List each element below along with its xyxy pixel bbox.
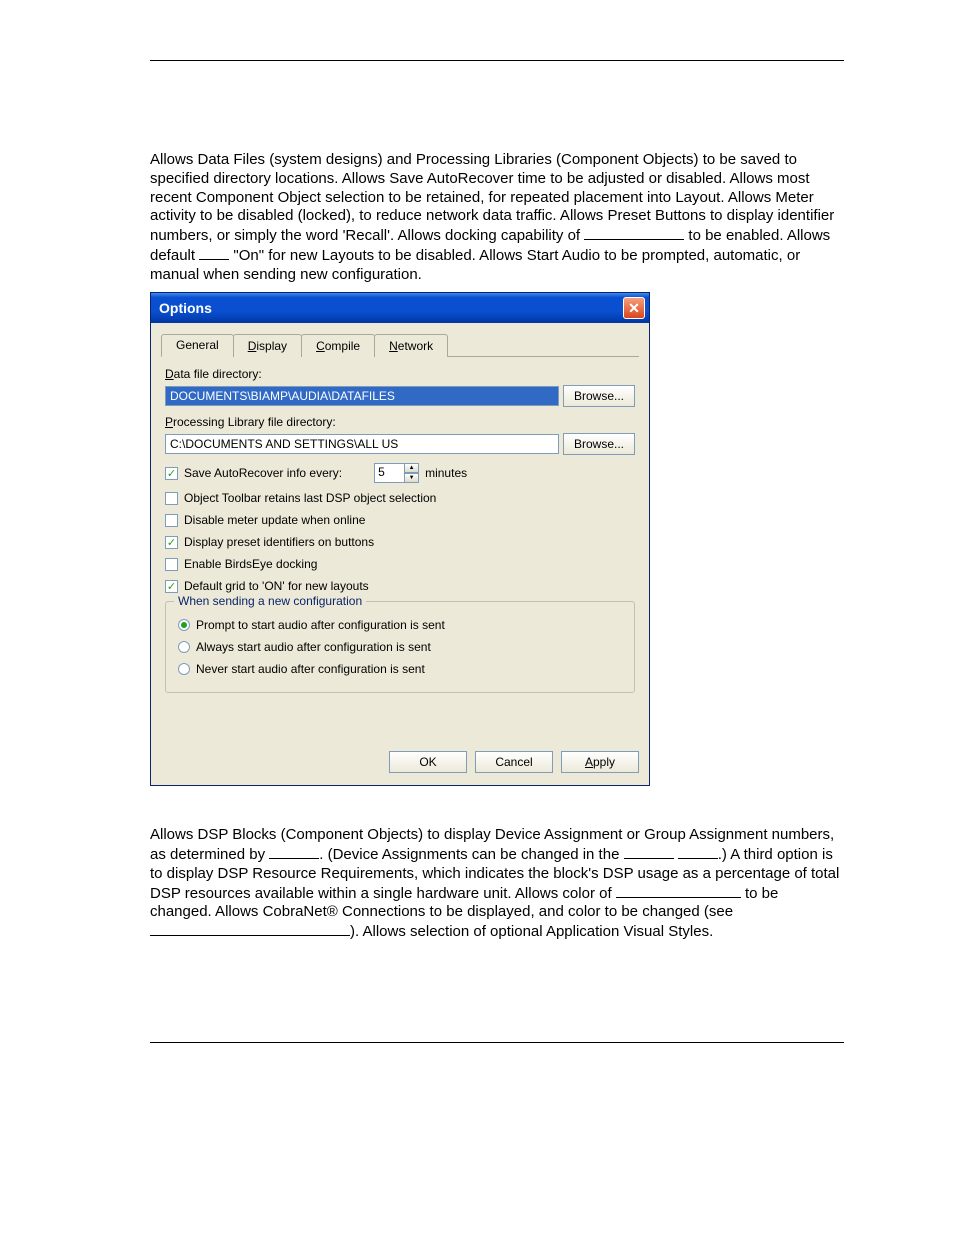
- data-dir-input[interactable]: DOCUMENTS\BIAMP\AUDIA\DATAFILES: [165, 386, 559, 406]
- page-top-rule: [150, 60, 844, 61]
- data-dir-ul: D: [165, 367, 174, 381]
- lib-dir-input[interactable]: C:\DOCUMENTS AND SETTINGS\ALL US: [165, 434, 559, 454]
- dialog-title: Options: [159, 300, 212, 316]
- cb-object-toolbar-label: Object Toolbar retains last DSP object s…: [184, 491, 436, 505]
- cb-autorecover[interactable]: ✓: [165, 467, 178, 480]
- spinner-up-icon[interactable]: ▲: [404, 463, 419, 473]
- blank-3: [269, 845, 319, 859]
- cb-preset-ident-label: Display preset identifiers on buttons: [184, 535, 374, 549]
- cb-disable-meter-label: Disable meter update when online: [184, 513, 365, 527]
- cb-birdseye[interactable]: [165, 558, 178, 571]
- intro-paragraph: Allows Data Files (system designs) and P…: [150, 151, 844, 284]
- cb-object-toolbar[interactable]: [165, 492, 178, 505]
- p2-t2: . (Device Assignments can be changed in …: [319, 846, 623, 863]
- blank-2: [199, 246, 229, 260]
- blank-5: [678, 845, 718, 859]
- p2-t5: ). Allows selection of optional Applicat…: [350, 923, 713, 940]
- p1-t3: "On" for new Layouts to be disabled. All…: [150, 247, 800, 283]
- blank-7: [150, 922, 350, 936]
- browse-lib-dir-button[interactable]: Browse...: [563, 433, 635, 455]
- tab-network-rest: etwork: [398, 339, 433, 353]
- options-dialog: Options ✕ General Display Compile Networ…: [150, 292, 650, 786]
- radio-prompt[interactable]: [178, 619, 190, 631]
- ok-button[interactable]: OK: [389, 751, 467, 773]
- tab-compile[interactable]: Compile: [301, 334, 375, 357]
- cb-birdseye-label: Enable BirdsEye docking: [184, 557, 317, 571]
- cb-default-grid[interactable]: ✓: [165, 580, 178, 593]
- lib-dir-rest: rocessing Library file directory:: [173, 415, 336, 429]
- cb-preset-ident[interactable]: ✓: [165, 536, 178, 549]
- data-dir-label: Data file directory:: [165, 367, 635, 381]
- config-send-group-title: When sending a new configuration: [174, 594, 366, 608]
- data-dir-rest: ata file directory:: [174, 367, 262, 381]
- tab-display[interactable]: Display: [233, 334, 302, 357]
- blank-4: [624, 845, 674, 859]
- tab-general-label: General: [176, 338, 219, 352]
- radio-always-label: Always start audio after configuration i…: [196, 640, 431, 654]
- tab-network[interactable]: Network: [374, 334, 448, 357]
- cb-disable-meter[interactable]: [165, 514, 178, 527]
- tab-compile-ul: C: [316, 339, 325, 353]
- apply-button[interactable]: Apply: [561, 751, 639, 773]
- blank-1: [584, 226, 684, 240]
- tab-network-ul: N: [389, 339, 398, 353]
- page-bottom-rule: [150, 1042, 844, 1043]
- cancel-button[interactable]: Cancel: [475, 751, 553, 773]
- apply-ul: A: [585, 755, 593, 769]
- close-button[interactable]: ✕: [623, 297, 645, 319]
- minutes-label: minutes: [425, 466, 467, 480]
- apply-rest: pply: [593, 755, 615, 769]
- close-icon: ✕: [628, 300, 640, 317]
- tab-compile-rest: ompile: [325, 339, 360, 353]
- tab-display-rest: isplay: [256, 339, 287, 353]
- browse-data-dir-button[interactable]: Browse...: [563, 385, 635, 407]
- blank-6: [616, 884, 741, 898]
- dialog-titlebar[interactable]: Options ✕: [151, 293, 649, 323]
- tabstrip: General Display Compile Network: [161, 333, 639, 357]
- config-send-group: When sending a new configuration Prompt …: [165, 601, 635, 693]
- cb-autorecover-label: Save AutoRecover info every:: [184, 466, 342, 480]
- autorecover-value[interactable]: 5: [374, 463, 404, 483]
- lib-dir-ul: P: [165, 415, 173, 429]
- radio-prompt-label: Prompt to start audio after configuratio…: [196, 618, 445, 632]
- display-paragraph: Allows DSP Blocks (Component Objects) to…: [150, 826, 844, 942]
- cb-default-grid-label: Default grid to 'ON' for new layouts: [184, 579, 369, 593]
- spinner-down-icon[interactable]: ▼: [404, 473, 419, 483]
- lib-dir-label: Processing Library file directory:: [165, 415, 635, 429]
- radio-always[interactable]: [178, 641, 190, 653]
- autorecover-spinner[interactable]: 5 ▲ ▼: [374, 463, 419, 483]
- radio-never-label: Never start audio after configuration is…: [196, 662, 425, 676]
- radio-never[interactable]: [178, 663, 190, 675]
- tab-general[interactable]: General: [161, 334, 234, 357]
